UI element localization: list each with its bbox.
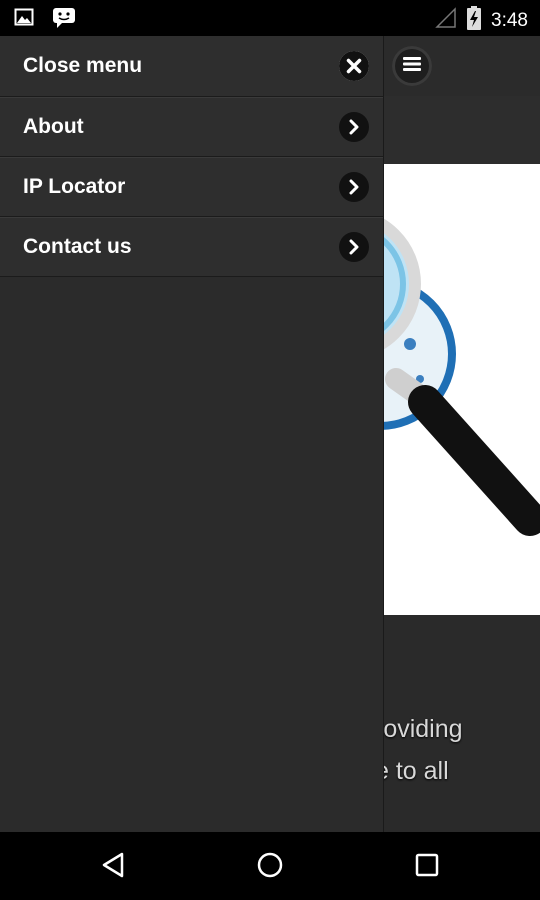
hamburger-menu-icon xyxy=(402,56,422,77)
chevron-right-icon xyxy=(339,112,369,142)
navigation-drawer: Close menu About IP Locator Contact us xyxy=(0,36,384,832)
drawer-item-label: About xyxy=(23,115,84,138)
drawer-item-ip-locator[interactable]: IP Locator xyxy=(0,157,383,217)
chevron-right-icon xyxy=(339,172,369,202)
drawer-item-label: Close menu xyxy=(23,54,143,77)
status-bar: 3:48 xyxy=(0,0,540,36)
menu-toggle-button[interactable] xyxy=(392,46,432,86)
back-icon xyxy=(100,851,126,884)
recents-icon xyxy=(414,852,440,883)
home-button[interactable] xyxy=(253,850,287,884)
drawer-item-close-menu[interactable]: Close menu xyxy=(0,36,383,97)
battery-charging-icon xyxy=(467,6,482,35)
system-navigation-bar xyxy=(0,832,540,900)
drawer-item-contact-us[interactable]: Contact us xyxy=(0,217,383,277)
status-time: 3:48 xyxy=(491,9,528,31)
drawer-item-about[interactable]: About xyxy=(0,97,383,157)
chevron-right-icon xyxy=(339,232,369,262)
back-button[interactable] xyxy=(96,850,130,884)
image-notification-icon xyxy=(14,7,34,34)
messaging-notification-icon xyxy=(52,7,76,34)
signal-icon xyxy=(435,7,457,34)
recents-button[interactable] xyxy=(410,850,444,884)
close-icon[interactable] xyxy=(339,51,369,81)
home-icon xyxy=(256,851,284,884)
drawer-item-label: Contact us xyxy=(23,235,132,258)
drawer-item-label: IP Locator xyxy=(23,175,126,198)
